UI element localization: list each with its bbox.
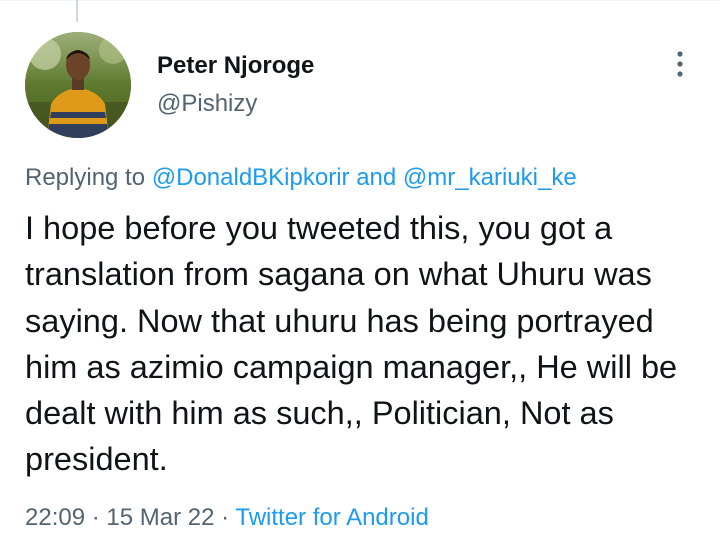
tweet-date[interactable]: 15 Mar 22 [106, 504, 214, 531]
mention-link[interactable]: @mr_kariuki_ke [403, 164, 577, 191]
more-vertical-icon [677, 51, 683, 77]
avatar[interactable] [25, 32, 131, 138]
meta-separator: · [221, 504, 230, 531]
tweet-time[interactable]: 22:09 [25, 504, 85, 531]
thread-connector-line [76, 0, 78, 22]
reply-conjunction[interactable]: and [356, 164, 396, 191]
reply-prefix: Replying to [25, 164, 146, 191]
tweet-source-link[interactable]: Twitter for Android [235, 504, 428, 531]
author-block[interactable]: Peter Njoroge @Pishizy [157, 50, 314, 120]
top-divider [0, 0, 720, 1]
tweet-metadata: 22:09 · 15 Mar 22 · Twitter for Android [25, 500, 705, 536]
avatar-image [25, 32, 131, 138]
mention-link[interactable]: @DonaldBKipkorir [152, 164, 350, 191]
handle[interactable]: @Pishizy [157, 88, 314, 120]
meta-separator: · [91, 504, 100, 531]
display-name[interactable]: Peter Njoroge [157, 50, 314, 82]
more-options-button[interactable] [664, 48, 696, 80]
reply-context: Replying to @DonaldBKipkorir and @mr_kar… [25, 161, 705, 195]
tweet-text: I hope before you tweeted this, you got … [25, 210, 678, 478]
